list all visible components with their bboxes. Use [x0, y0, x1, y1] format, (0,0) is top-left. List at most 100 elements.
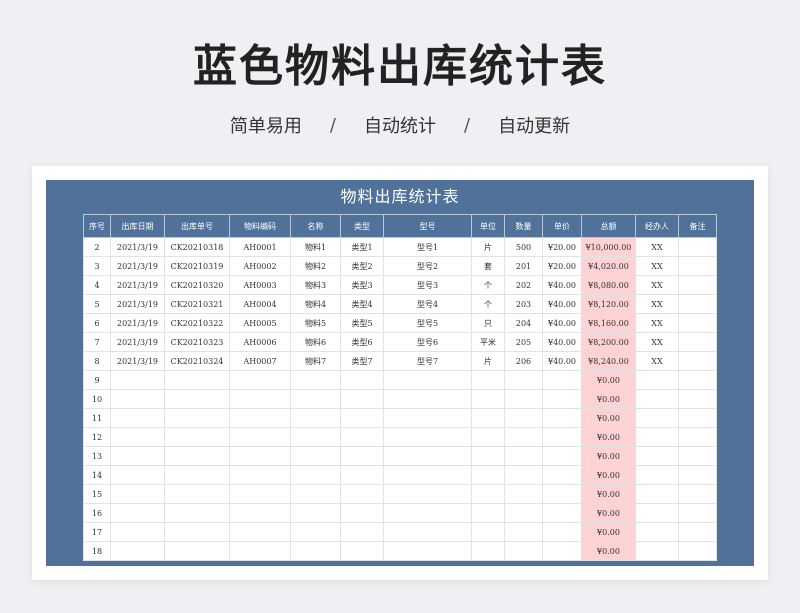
- table-cell[interactable]: 16: [83, 503, 111, 523]
- table-cell[interactable]: ¥40.00: [542, 294, 582, 314]
- table-cell[interactable]: 10: [83, 389, 111, 409]
- table-cell[interactable]: 2: [83, 237, 111, 257]
- table-cell[interactable]: [635, 427, 679, 447]
- table-cell[interactable]: [290, 408, 341, 428]
- table-cell[interactable]: [542, 465, 582, 485]
- table-cell[interactable]: [635, 484, 679, 504]
- table-cell[interactable]: AH0005: [229, 313, 291, 333]
- total-cell[interactable]: ¥8,200.00: [581, 332, 636, 352]
- table-cell[interactable]: 片: [471, 351, 505, 371]
- table-cell[interactable]: [110, 427, 165, 447]
- table-cell[interactable]: XX: [635, 294, 679, 314]
- table-cell[interactable]: [383, 408, 472, 428]
- table-cell[interactable]: [229, 541, 291, 561]
- table-cell[interactable]: 类型7: [340, 351, 384, 371]
- table-cell[interactable]: XX: [635, 275, 679, 295]
- table-cell[interactable]: [383, 370, 472, 390]
- table-cell[interactable]: 2021/3/19: [110, 256, 165, 276]
- table-cell[interactable]: [504, 370, 543, 390]
- table-cell[interactable]: [504, 446, 543, 466]
- table-cell[interactable]: [229, 503, 291, 523]
- table-cell[interactable]: 个: [471, 294, 505, 314]
- table-cell[interactable]: ¥40.00: [542, 332, 582, 352]
- table-cell[interactable]: CK20210318: [164, 237, 230, 257]
- table-cell[interactable]: [383, 541, 472, 561]
- table-cell[interactable]: 203: [504, 294, 543, 314]
- table-cell[interactable]: [340, 446, 384, 466]
- table-cell[interactable]: 个: [471, 275, 505, 295]
- table-cell[interactable]: XX: [635, 237, 679, 257]
- table-cell[interactable]: [471, 389, 505, 409]
- table-cell[interactable]: [635, 446, 679, 466]
- table-cell[interactable]: AH0002: [229, 256, 291, 276]
- table-cell[interactable]: [229, 446, 291, 466]
- table-cell[interactable]: [678, 389, 717, 409]
- table-cell[interactable]: [678, 370, 717, 390]
- table-cell[interactable]: [542, 408, 582, 428]
- table-cell[interactable]: [504, 541, 543, 561]
- table-cell[interactable]: [504, 465, 543, 485]
- table-cell[interactable]: 206: [504, 351, 543, 371]
- table-cell[interactable]: [678, 351, 717, 371]
- table-cell[interactable]: [504, 389, 543, 409]
- table-cell[interactable]: [164, 484, 230, 504]
- table-cell[interactable]: 500: [504, 237, 543, 257]
- table-cell[interactable]: [542, 503, 582, 523]
- total-cell[interactable]: ¥0.00: [581, 522, 636, 542]
- table-cell[interactable]: [229, 465, 291, 485]
- table-cell[interactable]: 物料7: [290, 351, 341, 371]
- table-cell[interactable]: 型号4: [383, 294, 472, 314]
- table-cell[interactable]: [542, 541, 582, 561]
- table-cell[interactable]: [340, 389, 384, 409]
- total-cell[interactable]: ¥0.00: [581, 389, 636, 409]
- table-cell[interactable]: [340, 370, 384, 390]
- table-cell[interactable]: CK20210320: [164, 275, 230, 295]
- table-cell[interactable]: AH0003: [229, 275, 291, 295]
- table-cell[interactable]: 只: [471, 313, 505, 333]
- table-cell[interactable]: [542, 522, 582, 542]
- table-cell[interactable]: [678, 275, 717, 295]
- table-cell[interactable]: [229, 484, 291, 504]
- table-cell[interactable]: CK20210323: [164, 332, 230, 352]
- table-cell[interactable]: 类型3: [340, 275, 384, 295]
- table-cell[interactable]: [678, 465, 717, 485]
- table-cell[interactable]: 204: [504, 313, 543, 333]
- table-cell[interactable]: 片: [471, 237, 505, 257]
- table-cell[interactable]: [542, 370, 582, 390]
- table-cell[interactable]: 型号3: [383, 275, 472, 295]
- table-cell[interactable]: [164, 503, 230, 523]
- table-cell[interactable]: [383, 465, 472, 485]
- table-cell[interactable]: [229, 370, 291, 390]
- table-cell[interactable]: 类型6: [340, 332, 384, 352]
- table-cell[interactable]: [229, 522, 291, 542]
- table-cell[interactable]: [678, 427, 717, 447]
- table-cell[interactable]: 物料3: [290, 275, 341, 295]
- table-cell[interactable]: [164, 446, 230, 466]
- total-cell[interactable]: ¥0.00: [581, 541, 636, 561]
- table-cell[interactable]: [110, 522, 165, 542]
- table-cell[interactable]: [340, 522, 384, 542]
- table-cell[interactable]: [542, 484, 582, 504]
- table-cell[interactable]: 物料4: [290, 294, 341, 314]
- table-cell[interactable]: 型号2: [383, 256, 472, 276]
- table-cell[interactable]: [340, 484, 384, 504]
- table-cell[interactable]: [542, 427, 582, 447]
- table-cell[interactable]: AH0004: [229, 294, 291, 314]
- table-cell[interactable]: 4: [83, 275, 111, 295]
- table-cell[interactable]: ¥20.00: [542, 256, 582, 276]
- table-cell[interactable]: CK20210324: [164, 351, 230, 371]
- table-cell[interactable]: [635, 408, 679, 428]
- table-cell[interactable]: [383, 446, 472, 466]
- table-cell[interactable]: [290, 427, 341, 447]
- table-cell[interactable]: [471, 427, 505, 447]
- table-cell[interactable]: 7: [83, 332, 111, 352]
- table-cell[interactable]: [290, 446, 341, 466]
- table-cell[interactable]: 型号5: [383, 313, 472, 333]
- table-cell[interactable]: ¥20.00: [542, 237, 582, 257]
- table-cell[interactable]: 2021/3/19: [110, 313, 165, 333]
- table-cell[interactable]: 物料2: [290, 256, 341, 276]
- total-cell[interactable]: ¥8,120.00: [581, 294, 636, 314]
- table-cell[interactable]: 类型4: [340, 294, 384, 314]
- total-cell[interactable]: ¥0.00: [581, 408, 636, 428]
- table-cell[interactable]: [471, 446, 505, 466]
